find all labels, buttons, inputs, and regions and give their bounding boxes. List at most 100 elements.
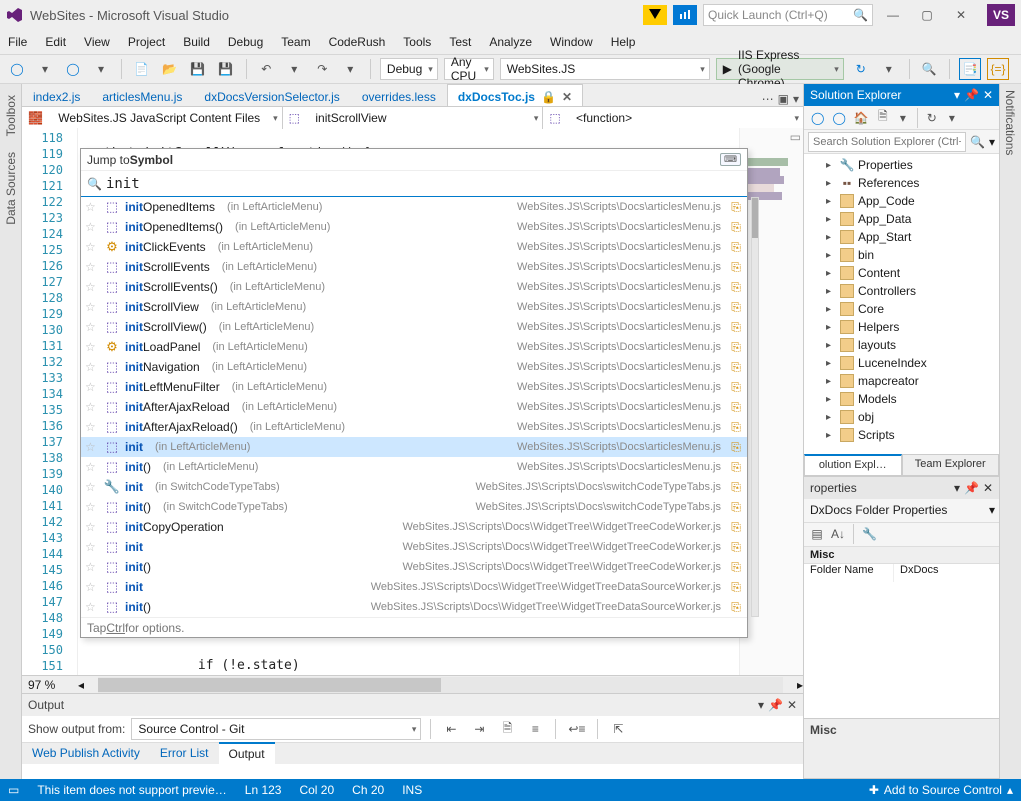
zoom-level[interactable]: 97 % — [22, 678, 78, 692]
expand-icon[interactable]: ▸ — [826, 250, 836, 261]
jump-result-row[interactable]: ☆⬚initScrollEvents(in LeftArticleMenu)We… — [81, 257, 747, 277]
promote-tab-icon[interactable]: ▣ — [778, 92, 789, 106]
locate-icon[interactable]: ⎘ — [729, 480, 743, 494]
editor-hscroll[interactable]: 97 % ◂ ▸ — [22, 675, 803, 693]
locate-icon[interactable]: ⎘ — [729, 600, 743, 614]
tree-node[interactable]: ▸Scripts — [804, 426, 999, 444]
account-button[interactable]: VS — [987, 4, 1015, 26]
jump-result-row[interactable]: ☆⬚initOpenedItems(in LeftArticleMenu)Web… — [81, 197, 747, 217]
member-combo[interactable]: ⬚ initScrollView▾ — [283, 107, 544, 129]
coderush-button-2[interactable]: {=} — [987, 58, 1009, 80]
jump-result-row[interactable]: ☆⬚init()(in LeftArticleMenu)WebSites.JS\… — [81, 457, 747, 477]
locate-icon[interactable]: ⎘ — [729, 300, 743, 314]
new-project-button[interactable]: 📄 — [131, 58, 153, 80]
locate-icon[interactable]: ⎘ — [729, 580, 743, 594]
tree-node[interactable]: ▸mapcreator — [804, 372, 999, 390]
tree-node[interactable]: ▸Helpers — [804, 318, 999, 336]
jump-result-row[interactable]: ☆⬚initScrollView(in LeftArticleMenu)WebS… — [81, 297, 747, 317]
expand-icon[interactable]: ▸ — [826, 196, 836, 207]
solution-search-input[interactable] — [808, 132, 966, 152]
run-button[interactable]: ▶IIS Express (Google Chrome)▾ — [716, 58, 844, 80]
favorite-icon[interactable]: ☆ — [85, 200, 99, 214]
source-control-button[interactable]: ✚ Add to Source Control ▴ — [869, 783, 1013, 797]
prop-value[interactable]: DxDocs — [894, 564, 939, 582]
expand-icon[interactable]: ▸ — [826, 430, 836, 441]
tree-node[interactable]: ▸App_Code — [804, 192, 999, 210]
word-wrap-icon[interactable]: ↩≡ — [565, 718, 588, 740]
expand-icon[interactable]: ▸ — [826, 376, 836, 387]
goto-icon[interactable]: ⇱ — [607, 718, 629, 740]
config-combo[interactable]: Debug▾ — [380, 58, 438, 80]
tree-node[interactable]: ▸Core — [804, 300, 999, 318]
notifications-tab[interactable]: Notifications — [1000, 84, 1020, 161]
menu-analyze[interactable]: Analyze — [489, 35, 532, 49]
locate-icon[interactable]: ⎘ — [729, 320, 743, 334]
tree-node[interactable]: ▸Models — [804, 390, 999, 408]
solution-tab-1[interactable]: Team Explorer — [902, 454, 1000, 476]
menu-team[interactable]: Team — [281, 35, 310, 49]
scroll-track[interactable] — [98, 677, 783, 693]
dropdown-icon[interactable]: ▾ — [954, 88, 960, 102]
tree-node[interactable]: ▸obj — [804, 408, 999, 426]
favorite-icon[interactable]: ☆ — [85, 580, 99, 594]
find-icon[interactable]: ≡ — [524, 718, 546, 740]
back-icon[interactable]: ◯ — [808, 109, 827, 127]
expand-icon[interactable]: ▸ — [826, 340, 836, 351]
caret-icon[interactable]: ▾ — [989, 503, 995, 517]
prop-row[interactable]: Folder Name DxDocs — [804, 564, 999, 582]
jump-result-row[interactable]: ☆⚙initClickEvents(in LeftArticleMenu)Web… — [81, 237, 747, 257]
func-combo[interactable]: ⬚ <function>▾ — [543, 107, 803, 129]
quick-launch[interactable]: Quick Launch (Ctrl+Q) 🔍 — [703, 4, 873, 26]
jump-result-row[interactable]: ☆⬚init(in LeftArticleMenu)WebSites.JS\Sc… — [81, 437, 747, 457]
jump-input[interactable] — [106, 176, 741, 192]
browser-refresh-button[interactable]: ↻ — [850, 58, 872, 80]
scroll-left-icon[interactable]: ◂ — [78, 678, 84, 692]
menu-file[interactable]: File — [8, 35, 27, 49]
expand-icon[interactable]: ▸ — [826, 394, 836, 405]
tree-node[interactable]: ▸bin — [804, 246, 999, 264]
solution-tab-0[interactable]: olution Expl… — [804, 454, 902, 476]
find-in-files-button[interactable]: 🔍 — [918, 58, 940, 80]
tree-node[interactable]: ▸Controllers — [804, 282, 999, 300]
favorite-icon[interactable]: ☆ — [85, 220, 99, 234]
tree-node[interactable]: ▸App_Start — [804, 228, 999, 246]
jump-scrollbar[interactable] — [751, 197, 759, 617]
doc-tab-2[interactable]: dxDocsVersionSelector.js — [193, 84, 350, 106]
locate-icon[interactable]: ⎘ — [729, 240, 743, 254]
favorite-icon[interactable]: ☆ — [85, 420, 99, 434]
jump-result-row[interactable]: ☆⬚initOpenedItems()(in LeftArticleMenu)W… — [81, 217, 747, 237]
alpha-sort-icon[interactable]: A↓ — [828, 525, 848, 543]
locate-icon[interactable]: ⎘ — [729, 460, 743, 474]
nav-back-button[interactable]: ◯ — [6, 58, 28, 80]
coderush-button-1[interactable]: 📑 — [959, 58, 981, 80]
doc-tab-active[interactable]: dxDocsToc.js 🔒 ✕ — [447, 84, 583, 106]
property-pages-icon[interactable]: 🔧 — [859, 525, 880, 543]
startup-combo[interactable]: WebSites.JS▾ — [500, 58, 710, 80]
expand-icon[interactable]: ▸ — [826, 358, 836, 369]
caret-icon[interactable]: ▾ — [989, 135, 995, 149]
feedback-badge[interactable] — [673, 5, 697, 25]
doc-tab-0[interactable]: index2.js — [22, 84, 91, 106]
locate-icon[interactable]: ⎘ — [729, 400, 743, 414]
favorite-icon[interactable]: ☆ — [85, 520, 99, 534]
expand-icon[interactable]: ▸ — [826, 268, 836, 279]
sync-icon[interactable]: 🗎 — [874, 109, 892, 127]
minimap[interactable]: ▭ — [739, 128, 803, 675]
locate-icon[interactable]: ⎘ — [729, 440, 743, 454]
restore-button[interactable]: ▢ — [913, 4, 941, 26]
expand-icon[interactable]: ▸ — [826, 322, 836, 333]
dropdown-icon[interactable]: ▾ — [793, 92, 799, 106]
prop-group-misc[interactable]: Misc — [804, 547, 999, 564]
toolbox-tab[interactable]: Toolbox — [0, 88, 22, 143]
locate-icon[interactable]: ⎘ — [729, 500, 743, 514]
jump-result-row[interactable]: ☆⬚init()WebSites.JS\Scripts\Docs\WidgetT… — [81, 557, 747, 577]
indent-left-icon[interactable]: ⇤ — [440, 718, 462, 740]
nav-fwd-button[interactable]: ◯ — [62, 58, 84, 80]
menu-help[interactable]: Help — [611, 35, 636, 49]
output-tab-1[interactable]: Error List — [150, 743, 219, 764]
jump-result-row[interactable]: ☆⬚initWebSites.JS\Scripts\Docs\WidgetTre… — [81, 577, 747, 597]
doc-tab-1[interactable]: articlesMenu.js — [91, 84, 193, 106]
minimize-button[interactable]: — — [879, 4, 907, 26]
properties-grid[interactable]: Misc Folder Name DxDocs — [804, 547, 999, 718]
doc-tab-3[interactable]: overrides.less — [351, 84, 447, 106]
